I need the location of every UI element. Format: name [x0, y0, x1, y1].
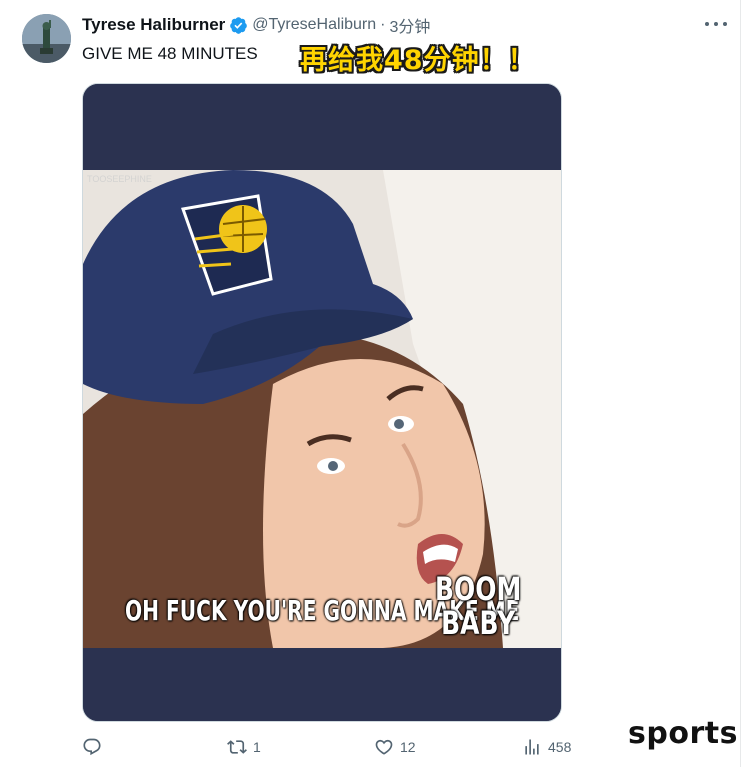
translation-caption: 再给我48分钟！！ [300, 45, 536, 76]
brand-watermark: sports [628, 716, 738, 751]
separator-dot: · [380, 16, 386, 33]
display-name[interactable]: Tyrese Haliburner [82, 15, 225, 35]
like-count: 12 [400, 739, 416, 755]
avatar-image [22, 14, 71, 63]
views-icon [525, 739, 539, 755]
meme-boom-baby: BOOM BABY [435, 572, 521, 640]
retweet-count: 1 [253, 739, 261, 755]
user-handle[interactable]: @TyreseHaliburn [252, 16, 376, 34]
avatar[interactable] [22, 14, 71, 63]
tweet-card: Tyrese Haliburner @TyreseHaliburn · 3分钟 … [0, 0, 747, 767]
reply-button[interactable] [82, 735, 108, 759]
tweet-media-image[interactable]: TOOSEEPHINE OH FUCK YOU'RE GONNA MAKE ME… [82, 83, 562, 722]
image-watermark: TOOSEEPHINE [87, 174, 152, 184]
retweet-icon [227, 740, 247, 754]
column-divider [740, 0, 741, 767]
tweet-timestamp[interactable]: 3分钟 [389, 13, 430, 37]
meme-baby-word: BABY [441, 604, 516, 642]
reply-icon [83, 738, 101, 756]
verified-badge-icon [229, 16, 248, 35]
tweet-text: GIVE ME 48 MINUTES [82, 44, 258, 63]
meme-boom-word: BOOM [435, 570, 522, 608]
views-count: 458 [548, 739, 572, 755]
retweet-button[interactable]: 1 [227, 735, 261, 759]
like-icon [375, 739, 393, 755]
views-button[interactable]: 458 [522, 735, 571, 759]
like-button[interactable]: 12 [374, 735, 416, 759]
tweet-header: Tyrese Haliburner @TyreseHaliburn · 3分钟 [82, 14, 430, 36]
more-options-icon[interactable] [705, 18, 727, 30]
tweet-actions-bar: 1 12 458 [82, 735, 642, 759]
